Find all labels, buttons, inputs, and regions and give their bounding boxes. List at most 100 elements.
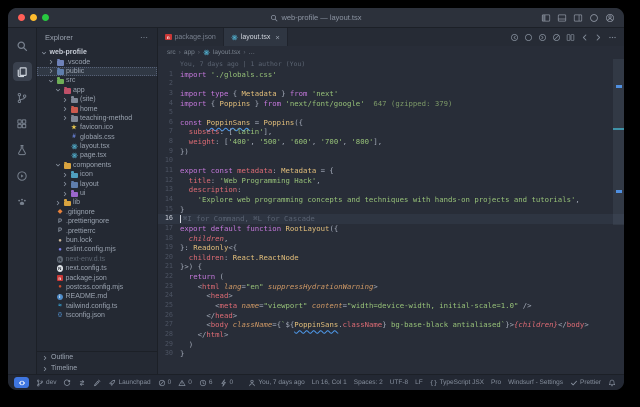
close-button[interactable] [18,14,25,21]
tree-item-next-config-ts[interactable]: Nnext.config.ts [37,264,157,273]
code-line[interactable]: 26 </head> [158,311,624,321]
activity-search-icon[interactable] [13,36,32,55]
status-windsurf-settings[interactable]: Windsurf - Settings [508,379,563,386]
code-line[interactable]: 12 title: 'Web Programming Hack', [158,176,624,186]
sidebar-section-timeline[interactable]: Timeline [37,363,157,374]
code-line[interactable]: 18 children, [158,234,624,244]
breadcrumb-item[interactable]: layout.tsx [213,49,240,56]
code-line[interactable]: 6const PoppinSans = Poppins({ [158,118,624,128]
activity-extensions-icon[interactable] [13,114,32,133]
status-git-branch-status[interactable]: dev [36,379,56,387]
prev-change-icon[interactable] [510,33,519,42]
status-problems-warnings[interactable]: 0 [178,379,192,387]
code-area[interactable]: You, 7 days ago | 1 author (You)1import … [158,59,624,374]
tree-item-bun-lock[interactable]: ●bun.lock [37,236,157,245]
tree-item-lib[interactable]: lib [37,198,157,207]
activity-source-control-icon[interactable] [13,88,32,107]
cascade-icon[interactable] [589,13,599,23]
code-line[interactable]: 19}: Readonly<{ [158,243,624,253]
code-line[interactable]: 8 weight: ['400', '500', '600', '700', '… [158,137,624,147]
tree-item-public[interactable]: public [37,67,157,76]
sidebar-section-outline[interactable]: Outline [37,352,157,363]
layout-sidebar-left-icon[interactable] [541,13,551,23]
activity-run-debug-icon[interactable] [13,166,32,185]
code-line[interactable]: 13 description: [158,185,624,195]
status-problems-errors[interactable]: 0 [158,379,172,387]
code-line[interactable]: 14 'Explore web programming concepts and… [158,195,624,205]
code-line[interactable]: 25 <meta name="viewport" content="width=… [158,301,624,311]
status-launchpad[interactable]: Launchpad [108,379,150,387]
navigate-forward-icon[interactable] [594,33,603,42]
code-line[interactable]: 16⌘I for Command, ⌘L for Cascade [158,214,624,224]
tree-item-globals-css[interactable]: #globals.css [37,133,157,142]
tree-item-components[interactable]: components [37,161,157,170]
status-port-count[interactable]: 0 [220,379,234,387]
status-remote-indicator[interactable] [14,377,29,388]
code-line[interactable]: 24 <head> [158,291,624,301]
code-line[interactable]: 9}) [158,147,624,157]
account-icon[interactable] [605,13,615,23]
scrollbar[interactable] [613,59,624,225]
activity-explorer-icon[interactable] [13,62,32,81]
tree-item-tsconfig-json[interactable]: {}tsconfig.json [37,311,157,320]
code-line[interactable]: 10 [158,156,624,166]
status-notifications-bell[interactable] [608,379,616,387]
status-tools-status[interactable] [93,379,101,387]
close-icon[interactable]: × [275,33,279,42]
code-line[interactable]: 1import './globals.css' [158,70,624,80]
tree-item-app[interactable]: app [37,86,157,95]
tree-item-postcss-config-mjs[interactable]: ●postcss.config.mjs [37,283,157,292]
status-compare-status[interactable] [78,379,86,387]
code-lens[interactable]: You, 7 days ago | 1 author (You) [158,60,624,70]
tree-item-layout[interactable]: layout [37,179,157,188]
status-formatter[interactable]: Prettier [570,379,601,387]
tree-item--vscode[interactable]: .vscode [37,57,157,66]
ban-icon[interactable] [552,33,561,42]
status-language-mode[interactable]: {}TypeScript JSX [430,379,484,387]
tree-item-page-tsx[interactable]: page.tsx [37,151,157,160]
tree-item--site-[interactable]: (site) [37,95,157,104]
zoom-button[interactable] [42,14,49,21]
code-line[interactable]: 27 <body className={`${PoppinSans.classN… [158,320,624,330]
breadcrumb-item[interactable]: … [249,49,256,56]
code-line[interactable]: 2 [158,79,624,89]
code-line[interactable]: 21}>) { [158,262,624,272]
layout-panel-icon[interactable] [557,13,567,23]
code-line[interactable]: 20 children: React.ReactNode [158,253,624,263]
minimize-button[interactable] [30,14,37,21]
tree-item-teaching-method[interactable]: teaching-method [37,114,157,123]
status-encoding[interactable]: UTF-8 [390,379,408,386]
tree-item-home[interactable]: home [37,104,157,113]
status-git-blame[interactable]: You, 7 days ago [248,379,304,387]
code-line[interactable]: 23 <html lang="en" suppressHydrationWarn… [158,282,624,292]
layout-sidebar-right-icon[interactable] [573,13,583,23]
tree-item--prettierignore[interactable]: P.prettierignore [37,217,157,226]
change-indicator-icon[interactable] [524,33,533,42]
code-line[interactable]: 4import { Poppins } from 'next/font/goog… [158,99,624,109]
status-pending-count[interactable]: 6 [199,379,213,387]
status-cursor-position[interactable]: Ln 16, Col 1 [312,379,347,386]
tree-item-favicon-ico[interactable]: ★favicon.ico [37,123,157,132]
tree-item-layout-tsx[interactable]: layout.tsx [37,142,157,151]
breadcrumb-item[interactable]: src [167,49,176,56]
code-line[interactable]: 7 subsets: ['latin'], [158,127,624,137]
code-line[interactable]: 11export const metadata: Metadata = { [158,166,624,176]
tree-item-next-env-d-ts[interactable]: Nnext-env.d.ts [37,255,157,264]
code-line[interactable]: 3import type { Metadata } from 'next' [158,89,624,99]
status-plan[interactable]: Pro [491,379,501,386]
status-eol[interactable]: LF [415,379,423,386]
code-line[interactable]: 30} [158,349,624,359]
tree-item-package-json[interactable]: npackage.json [37,273,157,282]
tab-layout-tsx[interactable]: layout.tsx× [224,28,288,46]
split-editor-icon[interactable] [566,33,575,42]
tree-item-readme-md[interactable]: iREADME.md [37,292,157,301]
code-line[interactable]: 29 ) [158,340,624,350]
code-line[interactable]: 5 [158,108,624,118]
status-indentation[interactable]: Spaces: 2 [354,379,383,386]
breadcrumb-item[interactable]: app [184,49,195,56]
code-line[interactable]: 17export default function RootLayout({ [158,224,624,234]
code-line[interactable]: 15} [158,205,624,215]
code-line[interactable]: 28 </html> [158,330,624,340]
activity-cascade-icon[interactable] [13,192,32,211]
navigate-back-icon[interactable] [580,33,589,42]
